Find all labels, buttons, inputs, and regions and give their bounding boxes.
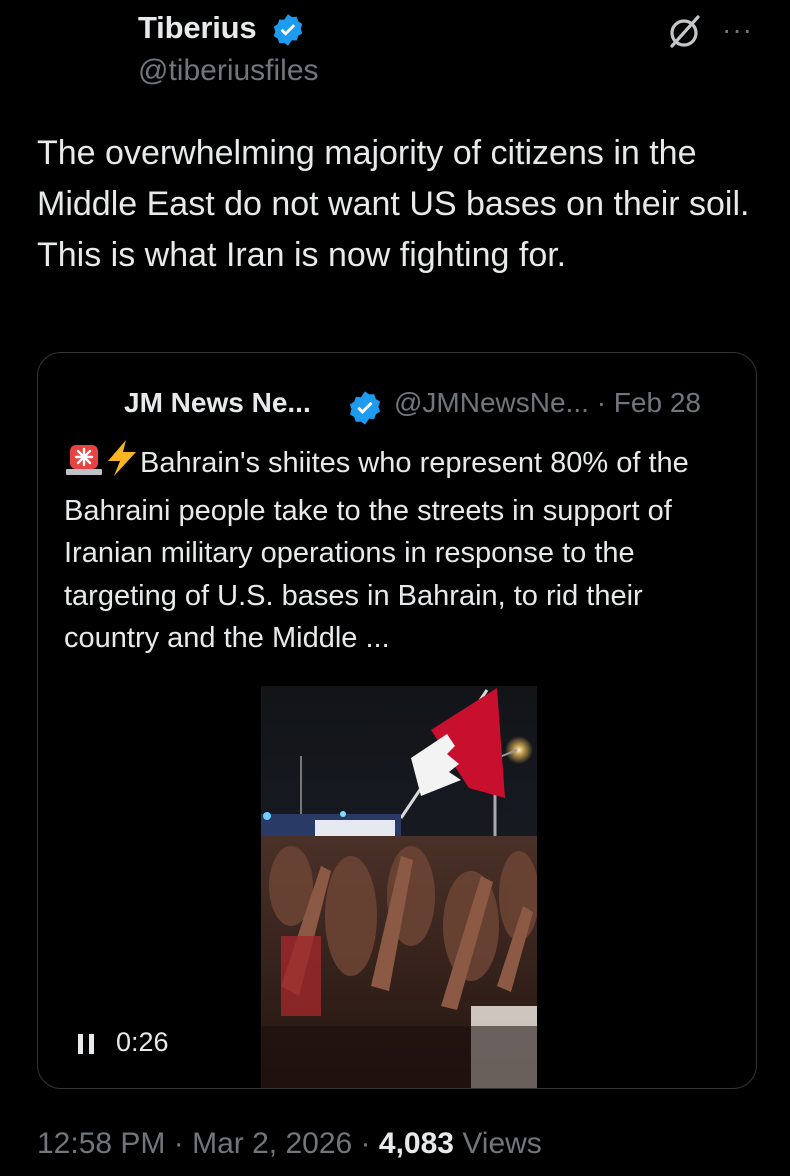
quote-text: Bahrain's shiites who represent 80% of t… — [64, 447, 689, 654]
quoted-tweet-card[interactable]: JM News Ne... @JMNewsNe... · Feb 28 Bahr… — [37, 352, 757, 1089]
post-time[interactable]: 12:58 PM — [37, 1127, 165, 1160]
video-frame-image — [261, 686, 537, 1088]
grok-icon[interactable] — [664, 12, 704, 57]
more-horizontal-icon[interactable]: ··· — [722, 14, 753, 46]
separator-dot: · — [173, 1127, 184, 1160]
quote-author-name[interactable]: JM News Ne... — [124, 387, 311, 419]
quote-date[interactable]: Feb 28 — [614, 387, 701, 418]
lightning-emoji-icon — [104, 439, 140, 490]
quote-verified-badge-icon — [346, 389, 384, 432]
author-handle[interactable]: @tiberiusfiles — [138, 54, 319, 88]
views-label[interactable]: Views — [462, 1127, 541, 1160]
video-time: 0:26 — [116, 1027, 169, 1057]
views-count[interactable]: 4,083 — [379, 1127, 454, 1160]
separator-dot: · — [360, 1127, 371, 1160]
quote-text-block: Bahrain's shiites who represent 80% of t… — [64, 439, 734, 660]
quote-handle-and-date[interactable]: @JMNewsNe... · Feb 28 — [394, 387, 701, 419]
pause-icon[interactable] — [76, 1032, 98, 1054]
quote-author-handle[interactable]: @JMNewsNe... — [394, 387, 589, 418]
tweet-meta: 12:58 PM · Mar 2, 2026 · 4,083 Views — [37, 1127, 542, 1161]
tweet-text: The overwhelming majority of citizens in… — [37, 134, 750, 274]
quote-video[interactable] — [261, 686, 537, 1088]
siren-emoji-icon — [64, 441, 104, 490]
quote-avatar[interactable] — [64, 385, 112, 433]
video-controls: 0:26 — [76, 1027, 169, 1058]
post-date[interactable]: Mar 2, 2026 — [192, 1127, 352, 1160]
author-name[interactable]: Tiberius — [138, 10, 257, 46]
separator-dot: · — [596, 387, 607, 418]
verified-badge-icon — [270, 12, 306, 53]
